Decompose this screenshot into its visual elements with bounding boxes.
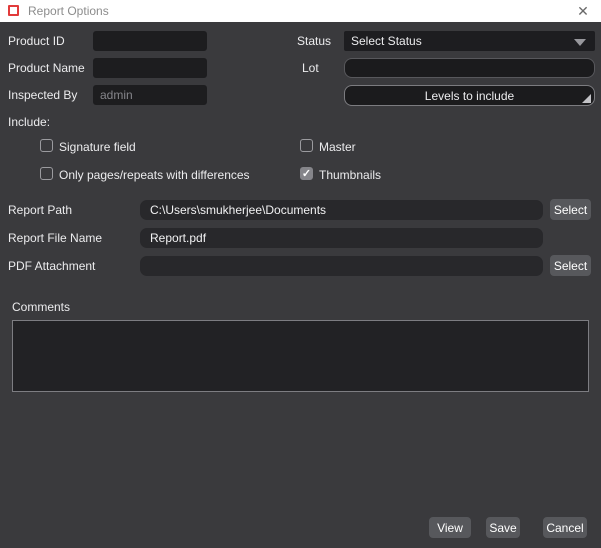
- view-button[interactable]: View: [429, 517, 471, 538]
- report-path-label: Report Path: [8, 204, 72, 217]
- inspected-by-input[interactable]: [93, 85, 207, 105]
- status-label: Status: [297, 35, 331, 48]
- levels-to-include-label: Levels to include: [425, 89, 514, 103]
- product-id-input[interactable]: [93, 31, 207, 51]
- report-options-dialog: Report Options ✕ Product ID Product Name…: [0, 0, 601, 548]
- checkbox-master[interactable]: ✓: [300, 139, 313, 152]
- checkbox-only-pages-differences-label: Only pages/repeats with differences: [59, 169, 250, 182]
- report-file-name-label: Report File Name: [8, 232, 102, 245]
- checkbox-thumbnails-label: Thumbnails: [319, 169, 381, 182]
- window-title: Report Options: [28, 4, 109, 18]
- report-path-input[interactable]: [140, 200, 543, 220]
- pdf-attachment-input[interactable]: [140, 256, 543, 276]
- product-name-input[interactable]: [93, 58, 207, 78]
- pdf-attachment-select-button[interactable]: Select: [550, 255, 591, 276]
- check-icon: ✓: [301, 168, 312, 180]
- app-icon: [8, 5, 19, 16]
- checkbox-thumbnails[interactable]: ✓: [300, 167, 313, 180]
- report-file-name-input[interactable]: [140, 228, 543, 248]
- titlebar: Report Options ✕: [0, 0, 601, 22]
- report-path-select-button[interactable]: Select: [550, 199, 591, 220]
- save-button[interactable]: Save: [486, 517, 520, 538]
- comments-label: Comments: [12, 301, 70, 314]
- comments-textarea[interactable]: [12, 320, 589, 392]
- cancel-button[interactable]: Cancel: [543, 517, 587, 538]
- checkbox-signature-field[interactable]: ✓: [40, 139, 53, 152]
- pdf-attachment-label: PDF Attachment: [8, 260, 95, 273]
- product-id-label: Product ID: [8, 35, 65, 48]
- checkbox-master-label: Master: [319, 141, 356, 154]
- chevron-down-icon: [574, 39, 586, 46]
- lot-input[interactable]: [344, 58, 595, 78]
- include-section-label: Include:: [8, 116, 50, 129]
- status-dropdown[interactable]: Select Status: [344, 31, 595, 51]
- status-selected-value: Select Status: [351, 34, 422, 48]
- lot-label: Lot: [302, 62, 319, 75]
- inspected-by-label: Inspected By: [8, 89, 77, 102]
- product-name-label: Product Name: [8, 62, 85, 75]
- checkbox-only-pages-differences[interactable]: ✓: [40, 167, 53, 180]
- corner-triangle-icon: [582, 94, 591, 103]
- close-icon[interactable]: ✕: [572, 1, 594, 21]
- checkbox-signature-field-label: Signature field: [59, 141, 136, 154]
- levels-to-include-button[interactable]: Levels to include: [344, 85, 595, 106]
